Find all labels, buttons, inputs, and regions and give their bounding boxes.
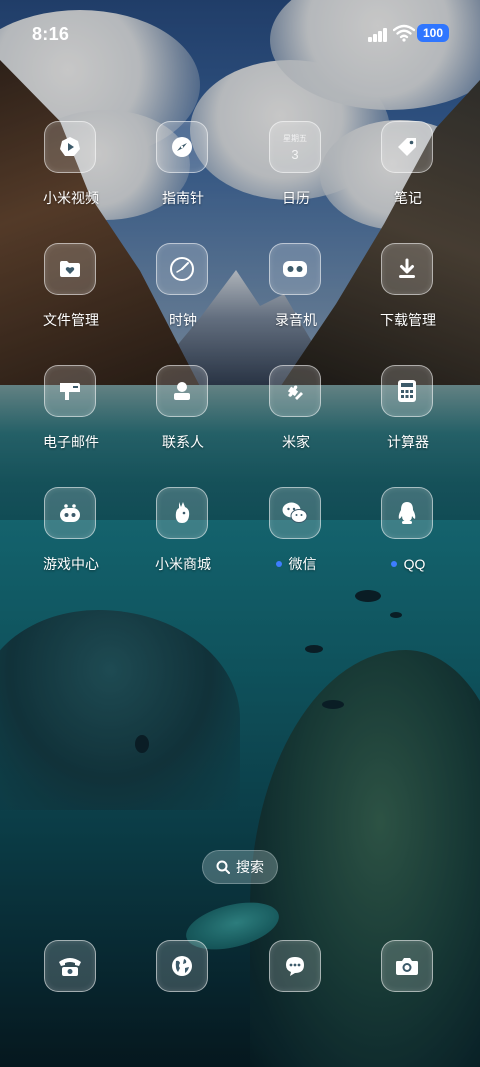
gamepad-icon[interactable]	[44, 487, 96, 539]
penguin-icon[interactable]	[381, 487, 433, 539]
app-label-text: 微信	[288, 556, 317, 572]
phone-icon[interactable]	[44, 940, 96, 992]
download-icon[interactable]	[381, 243, 433, 295]
app-label: 计算器	[387, 434, 429, 450]
app-label: 游戏中心	[43, 556, 99, 572]
app-label: 小米商城	[155, 556, 211, 572]
camera-icon[interactable]	[381, 940, 433, 992]
app-label: 指南针	[162, 190, 204, 206]
tag-icon[interactable]	[381, 121, 433, 173]
app-label: 下载管理	[380, 312, 436, 328]
status-time: 8:16	[32, 24, 70, 44]
calendar-day: 3	[291, 147, 299, 162]
mailbox-icon[interactable]	[44, 365, 96, 417]
compass-icon[interactable]	[156, 121, 208, 173]
search-icon	[216, 860, 230, 874]
app-label: 笔记	[394, 190, 422, 206]
calculator-icon[interactable]	[381, 365, 433, 417]
search-button[interactable]: 搜索	[202, 850, 278, 884]
app-label: 电子邮件	[43, 434, 99, 450]
wifi-icon	[393, 24, 415, 42]
wechat-icon[interactable]	[269, 487, 321, 539]
browser-globe-icon[interactable]	[156, 940, 208, 992]
bunny-icon[interactable]	[156, 487, 208, 539]
status-bar: 8:16 100	[0, 0, 480, 66]
signal-icon	[368, 26, 390, 42]
battery-indicator: 100	[417, 24, 449, 42]
app-label: 录音机	[275, 312, 317, 328]
search-label: 搜索	[236, 859, 264, 875]
app-label: 联系人	[162, 434, 204, 450]
contact-icon[interactable]	[156, 365, 208, 417]
message-icon[interactable]	[269, 940, 321, 992]
app-label: 米家	[282, 434, 310, 450]
puzzle-icon[interactable]	[269, 365, 321, 417]
notification-dot	[390, 561, 397, 567]
play-icon[interactable]	[44, 121, 96, 173]
app-label: 文件管理	[43, 312, 99, 328]
notification-dot	[275, 561, 282, 567]
clock-icon[interactable]	[156, 243, 208, 295]
app-label: 小米视频	[43, 190, 99, 206]
calendar-weekday: 星期五	[283, 134, 307, 143]
app-label: QQ	[354, 555, 462, 573]
folder-icon[interactable]	[44, 243, 96, 295]
calendar-icon[interactable]: 星期五 3	[269, 121, 321, 173]
app-label: 日历	[282, 190, 310, 206]
app-label-text: QQ	[403, 556, 426, 572]
recorder-icon[interactable]	[269, 243, 321, 295]
app-label: 时钟	[169, 312, 197, 328]
app-label: 微信	[242, 555, 350, 573]
